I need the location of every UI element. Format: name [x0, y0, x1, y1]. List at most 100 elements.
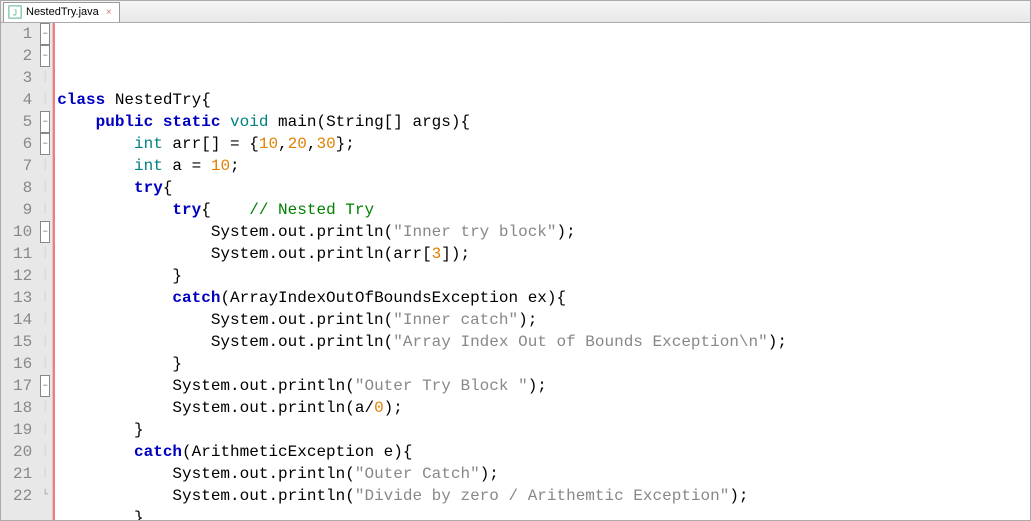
fold-collapse-icon[interactable]: −: [40, 133, 50, 155]
fold-cell: │: [38, 287, 52, 309]
code-line[interactable]: System.out.println("Outer Catch");: [57, 463, 1030, 485]
token-ident: [220, 113, 230, 131]
fold-collapse-icon[interactable]: −: [40, 111, 50, 133]
code-line[interactable]: System.out.println(arr[3]);: [57, 243, 1030, 265]
line-number: 3: [13, 67, 32, 89]
code-line[interactable]: }: [57, 419, 1030, 441]
line-number: 18: [13, 397, 32, 419]
line-number: 14: [13, 309, 32, 331]
fold-cell: │: [38, 309, 52, 331]
line-number: 7: [13, 155, 32, 177]
token-op: {: [163, 179, 173, 197]
line-number: 5: [13, 111, 32, 133]
code-line[interactable]: System.out.println("Inner catch");: [57, 309, 1030, 331]
code-line[interactable]: System.out.println("Array Index Out of B…: [57, 331, 1030, 353]
code-content[interactable]: class NestedTry{ public static void main…: [53, 23, 1030, 520]
token-op: {: [557, 289, 567, 307]
token-ident: (ArithmeticException e): [182, 443, 403, 461]
fold-collapse-icon[interactable]: −: [40, 45, 50, 67]
token-ident: };: [336, 135, 355, 153]
token-ident: System.out.println(: [57, 311, 393, 329]
token-ident: [57, 157, 134, 175]
token-ident: ,: [278, 135, 288, 153]
token-num: 0: [374, 399, 384, 417]
token-ident: System.out.println(: [57, 487, 355, 505]
token-ident: }: [57, 509, 143, 520]
token-str: "Outer Try Block ": [355, 377, 528, 395]
token-kw: catch: [172, 289, 220, 307]
token-ident: NestedTry: [105, 91, 201, 109]
editor-container: J NestedTry.java × 123456789101112131415…: [0, 0, 1031, 521]
code-line[interactable]: try{ // Nested Try: [57, 199, 1030, 221]
token-ident: a =: [163, 157, 211, 175]
token-ident: [57, 113, 95, 131]
token-ident: }: [57, 421, 143, 439]
fold-cell: −: [38, 111, 52, 133]
fold-cell: │: [38, 265, 52, 287]
token-ident: }: [57, 267, 182, 285]
line-number: 15: [13, 331, 32, 353]
code-line[interactable]: }: [57, 507, 1030, 520]
fold-cell: │: [38, 243, 52, 265]
token-ident: );: [480, 465, 499, 483]
gutter: 12345678910111213141516171819202122 −−││…: [1, 23, 53, 520]
fold-collapse-icon[interactable]: −: [40, 221, 50, 243]
token-num: 20: [288, 135, 307, 153]
fold-collapse-icon[interactable]: −: [40, 23, 50, 45]
code-line[interactable]: System.out.println(a/0);: [57, 397, 1030, 419]
token-ident: System.out.println(: [57, 377, 355, 395]
fold-cell: −: [38, 133, 52, 155]
code-line[interactable]: class NestedTry{: [57, 89, 1030, 111]
token-ident: );: [384, 399, 403, 417]
close-tab-icon[interactable]: ×: [103, 6, 115, 18]
token-str: "Inner try block": [393, 223, 556, 241]
line-number: 4: [13, 89, 32, 111]
tab-label: NestedTry.java: [26, 6, 99, 18]
line-number: 17: [13, 375, 32, 397]
token-kw: class: [57, 91, 105, 109]
line-number: 12: [13, 265, 32, 287]
fold-collapse-icon[interactable]: −: [40, 375, 50, 397]
token-ident: [57, 201, 172, 219]
token-kw: catch: [134, 443, 182, 461]
fold-cell: │: [38, 419, 52, 441]
fold-cell: −: [38, 375, 52, 397]
line-number: 16: [13, 353, 32, 375]
fold-cell: │: [38, 441, 52, 463]
token-ident: main(String[] args): [268, 113, 460, 131]
line-number: 1: [13, 23, 32, 45]
token-ident: ]);: [441, 245, 470, 263]
code-line[interactable]: int a = 10;: [57, 155, 1030, 177]
code-line[interactable]: System.out.println("Inner try block");: [57, 221, 1030, 243]
token-ident: );: [528, 377, 547, 395]
line-number: 10: [13, 221, 32, 243]
fold-cell: │: [38, 331, 52, 353]
fold-cell: │: [38, 67, 52, 89]
token-ident: );: [518, 311, 537, 329]
fold-cell: │: [38, 463, 52, 485]
code-line[interactable]: }: [57, 353, 1030, 375]
code-line[interactable]: try{: [57, 177, 1030, 199]
code-line[interactable]: catch(ArrayIndexOutOfBoundsException ex)…: [57, 287, 1030, 309]
code-line[interactable]: int arr[] = {10,20,30};: [57, 133, 1030, 155]
token-ident: System.out.println(: [57, 223, 393, 241]
token-kw: try: [172, 201, 201, 219]
code-line[interactable]: }: [57, 265, 1030, 287]
token-num: 3: [432, 245, 442, 263]
token-ident: System.out.println(a/: [57, 399, 374, 417]
token-ident: System.out.println(arr[: [57, 245, 431, 263]
line-number: 2: [13, 45, 32, 67]
code-line[interactable]: public static void main(String[] args){: [57, 111, 1030, 133]
code-line[interactable]: System.out.println("Divide by zero / Ari…: [57, 485, 1030, 507]
token-ident: }: [57, 355, 182, 373]
file-tab[interactable]: J NestedTry.java ×: [3, 2, 120, 22]
token-kw: static: [163, 113, 221, 131]
code-line[interactable]: System.out.println("Outer Try Block ");: [57, 375, 1030, 397]
fold-cell: −: [38, 45, 52, 67]
token-ident: );: [729, 487, 748, 505]
token-ident: );: [557, 223, 576, 241]
line-numbers: 12345678910111213141516171819202122: [1, 23, 38, 520]
token-ident: ;: [230, 157, 240, 175]
code-line[interactable]: catch(ArithmeticException e){: [57, 441, 1030, 463]
token-str: "Inner catch": [393, 311, 518, 329]
